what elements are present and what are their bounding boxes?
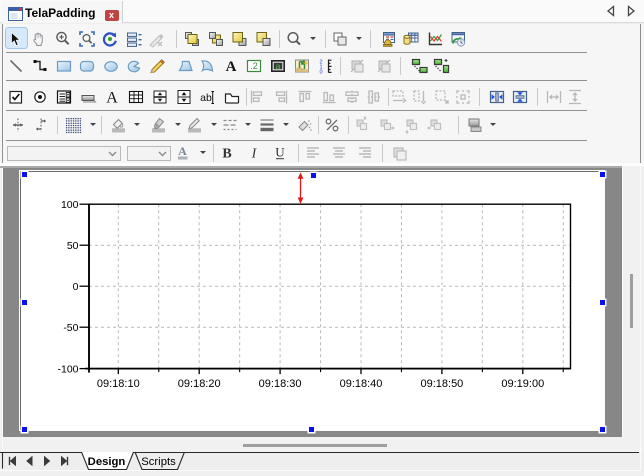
svg-text:Design: Design	[88, 456, 126, 468]
svg-text:09:18:40: 09:18:40	[340, 378, 383, 390]
svg-text:-100: -100	[57, 363, 78, 375]
svg-text:Scripts: Scripts	[141, 456, 176, 468]
svg-text:09:18:30: 09:18:30	[259, 378, 302, 390]
svg-text:50: 50	[67, 240, 79, 252]
svg-text:09:18:20: 09:18:20	[178, 378, 221, 390]
svg-text:09:18:10: 09:18:10	[97, 378, 140, 390]
svg-text:0: 0	[73, 281, 79, 293]
svg-text:100: 100	[61, 199, 79, 211]
svg-text:-50: -50	[63, 322, 78, 334]
svg-text:09:18:50: 09:18:50	[420, 378, 463, 390]
svg-text:09:19:00: 09:19:00	[501, 378, 544, 390]
